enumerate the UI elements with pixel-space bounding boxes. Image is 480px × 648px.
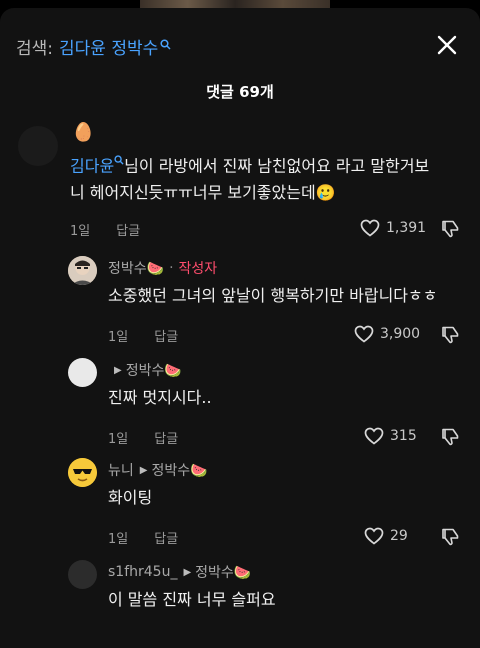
comment-time: 1일	[70, 224, 91, 239]
comment-text: 화이팅	[108, 488, 153, 507]
close-icon	[437, 35, 457, 55]
like-count: 315	[390, 428, 417, 444]
close-button[interactable]	[432, 30, 462, 60]
comment-text: 진짜 멋지시다..	[108, 388, 212, 407]
comment-meta: 1일 답글	[108, 428, 178, 447]
search-superscript-icon	[160, 39, 171, 53]
avatar[interactable]	[18, 126, 58, 166]
author-badge: 작성자	[178, 261, 218, 277]
username-text: 🥚	[72, 122, 95, 143]
mention-link[interactable]: 김다윤	[70, 156, 114, 175]
search-label: 검색:	[16, 38, 54, 59]
comment-text: 소중했던 그녀의 앞날이 행복하기만 바랍니다ㅎㅎ	[108, 286, 438, 305]
username-text[interactable]: s1fhr45u_	[108, 564, 177, 580]
like-button[interactable]: 1,391	[360, 219, 426, 237]
heart-icon	[360, 219, 380, 237]
avatar[interactable]	[68, 560, 97, 589]
thumbs-down-icon	[442, 326, 459, 344]
search-header: 검색: 김다윤 정박수	[16, 34, 171, 59]
comment-text: 김다윤 님이 라방에서 진짜 남친없어요 라고 말한거보 니 헤어지신듯ㅠㅠ너무 …	[70, 148, 470, 206]
like-count: 3,900	[380, 326, 421, 342]
comment-username[interactable]: 🥚	[72, 122, 94, 143]
reply-button[interactable]: 답글	[154, 326, 178, 345]
heart-icon	[364, 427, 384, 445]
dislike-button[interactable]	[440, 427, 460, 451]
comment-text-part: 님이 라방에서 진짜 남친없어요 라고 말한거보	[124, 156, 430, 176]
reply-button[interactable]: 답글	[116, 220, 140, 239]
like-count: 1,391	[386, 220, 427, 236]
comment-time: 1일	[108, 432, 129, 447]
comment-time: 1일	[108, 330, 129, 345]
like-button[interactable]: 3,900	[354, 325, 420, 343]
comment-username: ▶ 정박수🍉	[108, 360, 182, 380]
reply-to-user[interactable]: 정박수🍉	[126, 360, 182, 380]
comment-username: 정박수🍉 · 작성자	[108, 258, 217, 278]
mention-search-icon	[114, 155, 124, 168]
reply-arrow-icon: ▶	[139, 464, 148, 476]
thumbs-down-icon	[442, 220, 459, 238]
heart-icon	[354, 325, 374, 343]
avatar[interactable]	[68, 458, 97, 487]
reply-to-user[interactable]: 정박수🍉	[195, 562, 251, 582]
comment-username: 뉴니 ▶ 정박수🍉	[108, 460, 208, 480]
comment-meta: 1일 답글	[70, 220, 140, 239]
like-button[interactable]: 315	[364, 427, 417, 445]
reply-arrow-icon: ▶	[183, 566, 192, 578]
dislike-button[interactable]	[440, 325, 460, 349]
comment-text-line2: 니 헤어지신듯ㅠㅠ너무 보기좋았는데🥲	[70, 183, 336, 203]
avatar[interactable]	[68, 358, 97, 387]
reply-arrow-icon: ▶	[114, 364, 122, 376]
like-button[interactable]: 29	[364, 527, 408, 545]
comment-meta: 1일 답글	[108, 528, 178, 547]
comment-count: 댓글 69개	[206, 83, 274, 101]
separator-dot: ·	[169, 260, 174, 276]
dislike-button[interactable]	[440, 219, 460, 243]
username-text[interactable]: 뉴니	[108, 460, 134, 480]
reply-to-user[interactable]: 정박수🍉	[151, 460, 207, 480]
reply-button[interactable]: 답글	[154, 528, 178, 547]
comment-meta: 1일 답글	[108, 326, 178, 345]
search-query[interactable]: 김다윤 정박수	[59, 34, 158, 59]
comment-username: s1fhr45u_ ▶ 정박수🍉	[108, 562, 251, 582]
avatar[interactable]	[68, 256, 97, 285]
comment-text: 이 말씀 진짜 너무 슬퍼요	[108, 590, 276, 609]
thumbs-down-icon	[442, 528, 459, 546]
username-text[interactable]: 정박수🍉	[108, 258, 164, 278]
comment-time: 1일	[108, 532, 129, 547]
comments-sheet: 검색: 김다윤 정박수 댓글 69개 🥚 김다윤 님이 라방에서 진짜 남친없어요…	[0, 8, 480, 648]
heart-icon	[364, 527, 384, 545]
dislike-button[interactable]	[440, 527, 460, 551]
reply-button[interactable]: 답글	[154, 428, 178, 447]
like-count: 29	[390, 528, 408, 544]
thumbs-down-icon	[442, 428, 459, 446]
